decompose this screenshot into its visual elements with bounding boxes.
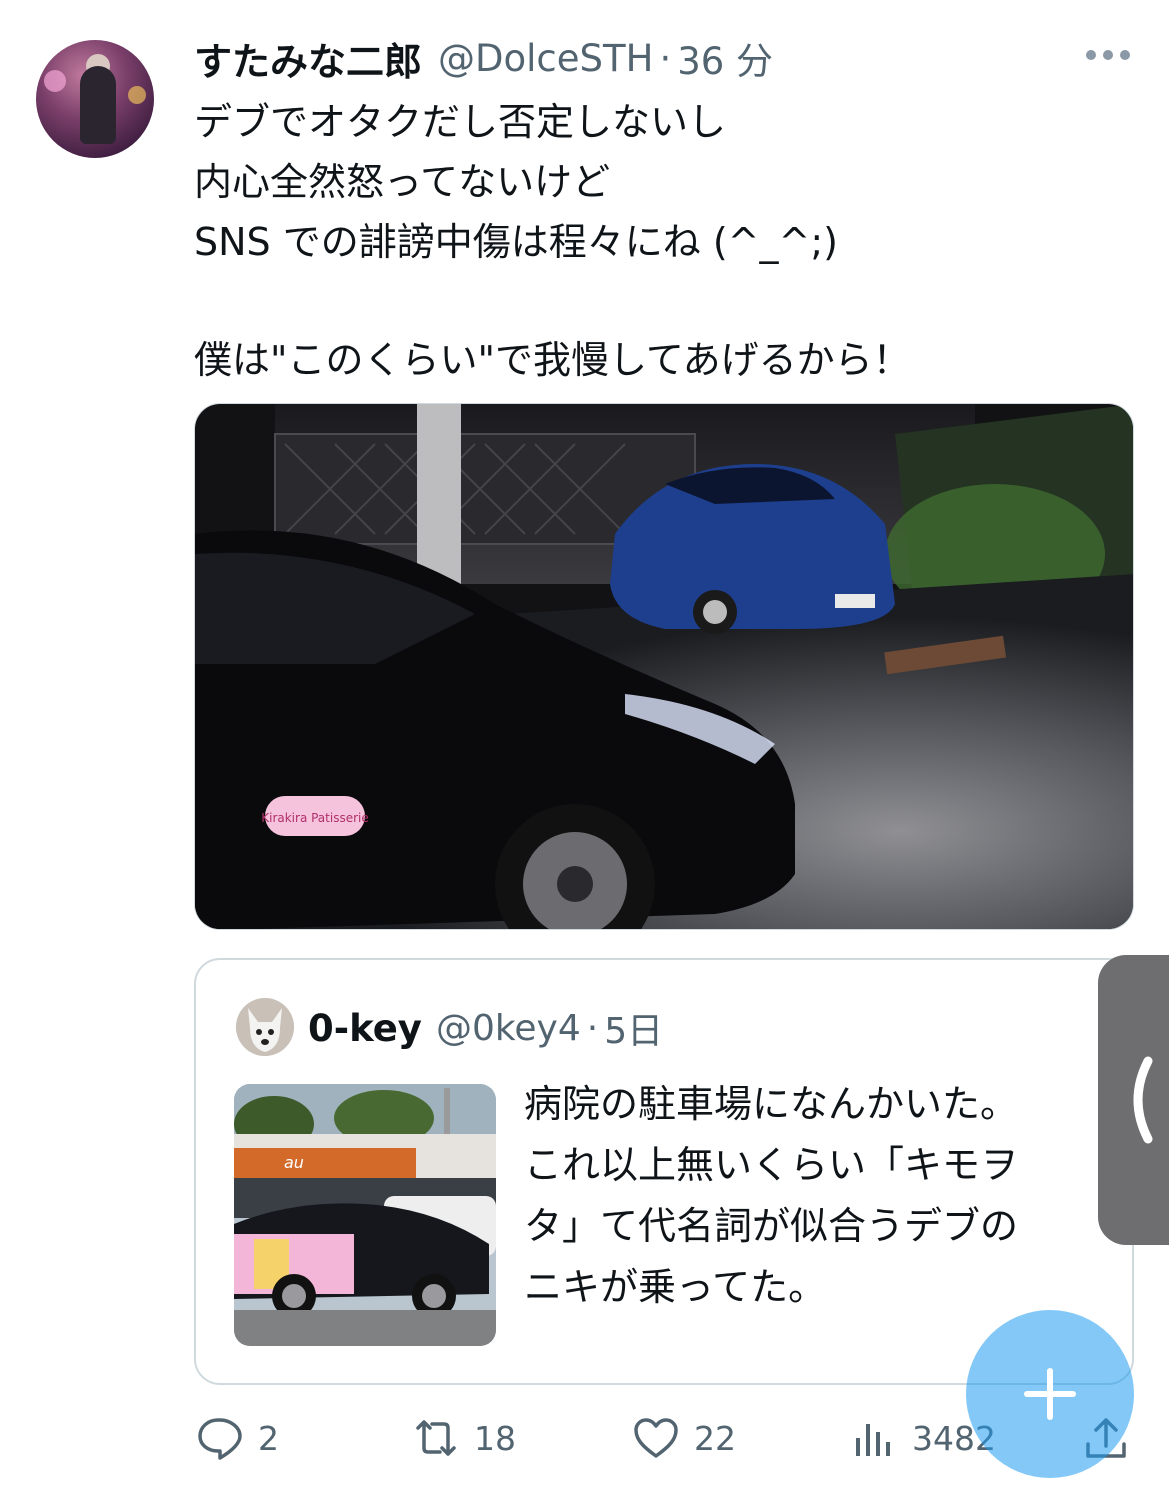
tweet-text-line: 僕は"このくらい"で我慢してあげるから！ (194, 338, 911, 382)
avatar-light (128, 86, 146, 104)
retweet-icon (416, 1420, 456, 1456)
quoted-author-handle[interactable]: @0key4 (436, 1008, 581, 1049)
reply-count: 2 (258, 1418, 279, 1458)
author-name[interactable]: すたみな二郎 (194, 31, 422, 86)
more-icon[interactable] (1086, 50, 1130, 64)
tweet-header: すたみな二郎 @DolceSTH · 36 分 (194, 30, 773, 86)
quoted-text-line: これ以上無いくらい「キモヲ (524, 1143, 1019, 1187)
avatar-figure (80, 66, 116, 144)
photo-parking-lot: au (234, 1084, 496, 1346)
quoted-tweet[interactable]: 0-key @0key4 · 5日 au 病院の駐車場になんかいた。 これ以上無… (194, 958, 1134, 1385)
tweet-text-line (194, 272, 1094, 330)
tweet-text-line: SNS での誹謗中傷は程々にね (^_^;) (194, 220, 838, 264)
quoted-tweet-time[interactable]: 5日 (604, 1002, 663, 1054)
views-icon (856, 1424, 890, 1456)
quoted-text-line: 病院の駐車場になんかいた。 (524, 1082, 1019, 1126)
reply-icon (198, 1418, 242, 1460)
retweet-count: 18 (474, 1418, 516, 1458)
side-panel-handle[interactable] (1098, 955, 1169, 1245)
retweet-button[interactable]: 18 (412, 1414, 516, 1462)
like-icon (634, 1418, 678, 1458)
quoted-tweet-text: 病院の駐車場になんかいた。 これ以上無いくらい「キモヲ タ」て代名詞が似合うデブ… (524, 1074, 1084, 1318)
store-sign-text: au (284, 1153, 304, 1172)
dog-avatar-image (236, 998, 294, 1056)
author-avatar[interactable] (36, 40, 154, 158)
header-separator: · (659, 36, 672, 80)
author-handle[interactable]: @DolceSTH (438, 37, 653, 80)
quoted-header-separator: · (586, 1007, 599, 1049)
tweet-text: デブでオタクだし否定しないし 内心全然怒ってないけど SNS での誹謗中傷は程々… (194, 92, 1094, 390)
compose-fab[interactable] (966, 1310, 1134, 1478)
quoted-text-line: ニキが乗ってた。 (524, 1265, 827, 1309)
tweet-text-line: 内心全然怒ってないけど (194, 160, 611, 204)
tweet-text-line: デブでオタクだし否定しないし (194, 100, 727, 144)
like-button[interactable]: 22 (632, 1414, 736, 1462)
photo-night-parking: Kirakira Patisserie (195, 404, 1133, 929)
quoted-author-name[interactable]: 0-key (308, 1007, 422, 1050)
reply-button[interactable]: 2 (196, 1414, 279, 1462)
quoted-tweet-header: 0-key @0key4 · 5日 (308, 1000, 663, 1056)
tweet-media-photo[interactable]: Kirakira Patisserie (194, 403, 1134, 930)
quoted-media-thumbnail[interactable]: au (234, 1084, 496, 1346)
avatar-light (44, 70, 66, 92)
tweet-time[interactable]: 36 分 (677, 31, 773, 85)
like-count: 22 (694, 1418, 736, 1458)
chevron-left-icon (1133, 1056, 1153, 1144)
quoted-author-avatar[interactable] (236, 998, 294, 1056)
car-sticker-text: Kirakira Patisserie (261, 811, 369, 825)
quoted-text-line: タ」て代名詞が似合うデブの (524, 1204, 1019, 1248)
